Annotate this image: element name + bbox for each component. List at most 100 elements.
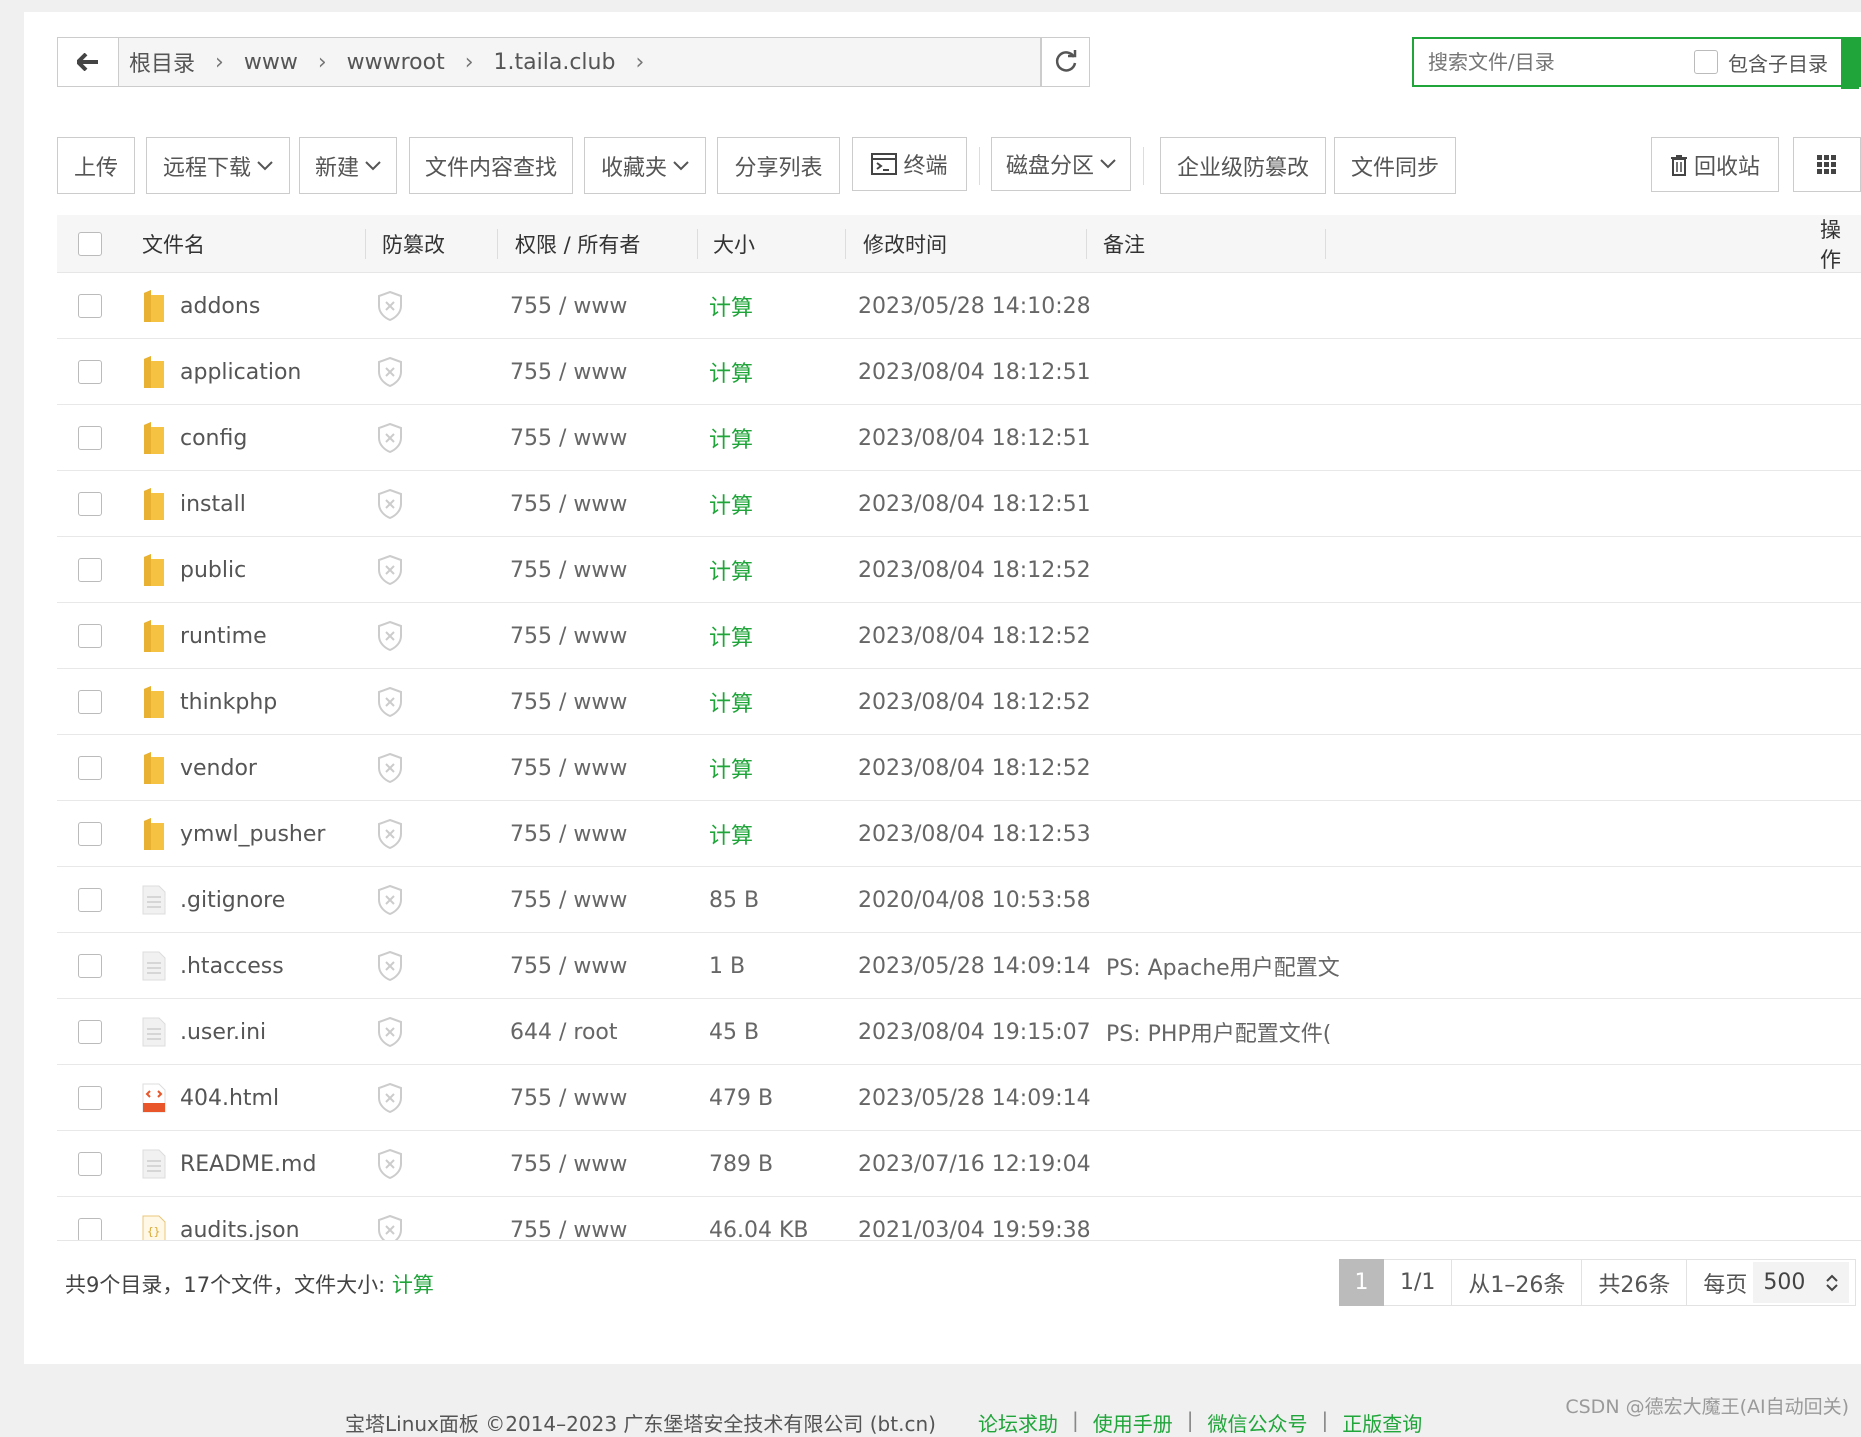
tamper-cell[interactable]: [377, 471, 403, 537]
file-name[interactable]: runtime: [180, 624, 267, 649]
row-checkbox[interactable]: [78, 1065, 102, 1131]
page-current[interactable]: 1: [1339, 1259, 1384, 1306]
file-name[interactable]: .gitignore: [180, 888, 285, 913]
tamper-cell[interactable]: [377, 933, 403, 999]
tamper-cell[interactable]: [377, 735, 403, 801]
file-name-cell[interactable]: vendor: [142, 735, 257, 801]
table-row[interactable]: config 755 / www 计算 2023/08/04 18:12:51: [57, 405, 1861, 471]
file-name-cell[interactable]: ymwl_pusher: [142, 801, 325, 867]
row-checkbox[interactable]: [78, 339, 102, 405]
perm-cell[interactable]: 644 / root: [510, 999, 618, 1065]
file-name-cell[interactable]: 404.html: [142, 1065, 279, 1131]
row-check[interactable]: [78, 1152, 102, 1176]
size-cell[interactable]: 计算: [709, 735, 753, 801]
row-check[interactable]: [78, 888, 102, 912]
remote-download-button[interactable]: 远程下载: [146, 137, 290, 194]
row-check[interactable]: [78, 294, 102, 318]
perm-cell[interactable]: 755 / www: [510, 339, 627, 405]
table-row[interactable]: public 755 / www 计算 2023/08/04 18:12:52: [57, 537, 1861, 603]
disk-partition-button[interactable]: 磁盘分区: [991, 137, 1131, 191]
row-check[interactable]: [78, 1020, 102, 1044]
tamper-cell[interactable]: [377, 273, 403, 339]
summary-calc-link[interactable]: 计算: [392, 1273, 434, 1297]
search-input[interactable]: [1414, 50, 1684, 74]
row-checkbox[interactable]: [78, 933, 102, 999]
row-check[interactable]: [78, 492, 102, 516]
table-row[interactable]: .user.ini 644 / root 45 B 2023/08/04 19:15:…: [57, 999, 1861, 1065]
remark-cell[interactable]: PS: Apache用户配置文: [1106, 933, 1340, 999]
perm-cell[interactable]: 755 / www: [510, 801, 627, 867]
grid-view-button[interactable]: [1793, 137, 1861, 192]
table-row[interactable]: addons 755 / www 计算 2023/05/28 14:10:28: [57, 273, 1861, 339]
file-name[interactable]: .user.ini: [180, 1020, 266, 1045]
file-name-cell[interactable]: public: [142, 537, 246, 603]
perm-cell[interactable]: 755 / www: [510, 1197, 627, 1241]
table-row[interactable]: 404.html 755 / www 479 B 2023/05/28 14:09:1…: [57, 1065, 1861, 1131]
breadcrumb-item[interactable]: www: [244, 50, 298, 75]
file-name[interactable]: audits.json: [180, 1218, 300, 1241]
breadcrumb-item[interactable]: wwwroot: [347, 50, 445, 75]
tamper-cell[interactable]: [377, 867, 403, 933]
file-name[interactable]: public: [180, 558, 246, 583]
table-row[interactable]: runtime 755 / www 计算 2023/08/04 18:12:52: [57, 603, 1861, 669]
breadcrumb-item[interactable]: 1.taila.club: [494, 50, 616, 75]
row-check[interactable]: [78, 558, 102, 582]
row-checkbox[interactable]: [78, 603, 102, 669]
perm-cell[interactable]: 755 / www: [510, 867, 627, 933]
file-name[interactable]: vendor: [180, 756, 257, 781]
tamper-cell[interactable]: [377, 669, 403, 735]
per-page-select[interactable]: 500: [1753, 1262, 1850, 1303]
size-cell[interactable]: 计算: [709, 339, 753, 405]
tamper-cell[interactable]: [377, 1065, 403, 1131]
table-row[interactable]: .gitignore 755 / www 85 B 2020/04/08 10:53:…: [57, 867, 1861, 933]
perm-cell[interactable]: 755 / www: [510, 273, 627, 339]
col-name[interactable]: 文件名: [142, 215, 205, 273]
row-checkbox[interactable]: [78, 405, 102, 471]
tamper-cell[interactable]: [377, 339, 403, 405]
tamper-cell[interactable]: [377, 999, 403, 1065]
row-check[interactable]: [78, 426, 102, 450]
perm-cell[interactable]: 755 / www: [510, 669, 627, 735]
row-check[interactable]: [78, 1218, 102, 1240]
breadcrumb-item[interactable]: 根目录: [129, 46, 195, 78]
tamper-cell[interactable]: [377, 603, 403, 669]
perm-cell[interactable]: 755 / www: [510, 603, 627, 669]
file-name-cell[interactable]: .htaccess: [142, 933, 284, 999]
perm-cell[interactable]: 755 / www: [510, 735, 627, 801]
tamper-cell[interactable]: [377, 1197, 403, 1240]
row-checkbox[interactable]: [78, 735, 102, 801]
perm-cell[interactable]: 755 / www: [510, 933, 627, 999]
remark-cell[interactable]: PS: PHP用户配置文件(: [1106, 999, 1331, 1065]
file-name-cell[interactable]: .user.ini: [142, 999, 266, 1065]
file-name[interactable]: ymwl_pusher: [180, 822, 325, 847]
row-checkbox[interactable]: [78, 1131, 102, 1197]
file-name-cell[interactable]: {} audits.json: [142, 1197, 300, 1240]
file-name-cell[interactable]: install: [142, 471, 246, 537]
file-name[interactable]: addons: [180, 294, 260, 319]
perm-cell[interactable]: 755 / www: [510, 1065, 627, 1131]
file-name[interactable]: application: [180, 360, 301, 385]
row-checkbox[interactable]: [78, 867, 102, 933]
size-cell[interactable]: 计算: [709, 603, 753, 669]
row-checkbox[interactable]: [78, 1197, 102, 1240]
back-button[interactable]: [57, 37, 119, 87]
favorites-button[interactable]: 收藏夹: [584, 137, 706, 194]
file-name[interactable]: 404.html: [180, 1086, 279, 1111]
table-row[interactable]: ymwl_pusher 755 / www 计算 2023/08/04 18:12:5…: [57, 801, 1861, 867]
file-name-cell[interactable]: addons: [142, 273, 260, 339]
col-size[interactable]: 大小: [713, 215, 755, 273]
size-cell[interactable]: 计算: [709, 273, 753, 339]
content-search-button[interactable]: 文件内容查找: [409, 137, 573, 194]
tamper-cell[interactable]: [377, 1131, 403, 1197]
file-name-cell[interactable]: config: [142, 405, 247, 471]
col-perm[interactable]: 权限 / 所有者: [515, 215, 640, 273]
size-cell[interactable]: 计算: [709, 471, 753, 537]
refresh-button[interactable]: [1041, 37, 1090, 87]
file-name[interactable]: config: [180, 426, 247, 451]
terminal-button[interactable]: 终端: [852, 137, 967, 191]
file-name-cell[interactable]: application: [142, 339, 301, 405]
perm-cell[interactable]: 755 / www: [510, 405, 627, 471]
row-checkbox[interactable]: [78, 669, 102, 735]
file-name-cell[interactable]: thinkphp: [142, 669, 277, 735]
include-subdir-checkbox[interactable]: 包含子目录: [1694, 48, 1828, 77]
